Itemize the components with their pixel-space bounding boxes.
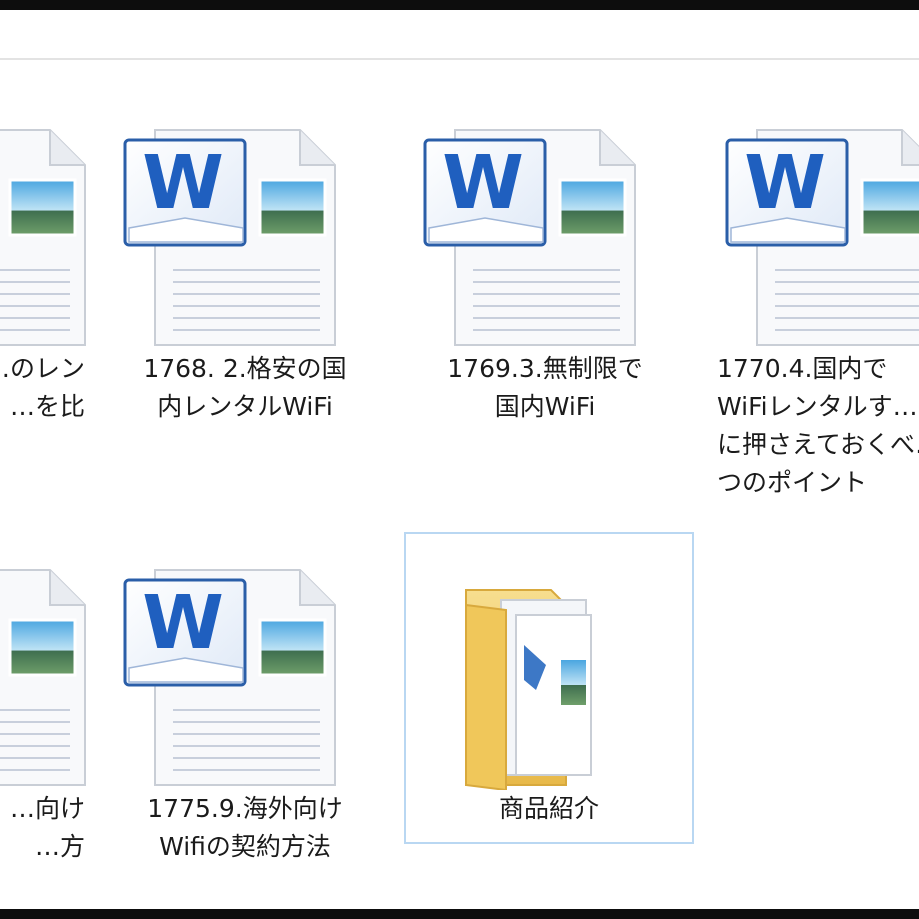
word-document-icon — [423, 128, 637, 347]
file-item-word-document[interactable]: …向け …方 — [0, 550, 100, 866]
file-item-word-document[interactable]: …のレン …を比 — [0, 110, 100, 426]
word-document-icon — [725, 128, 919, 347]
file-name-label: 1768. 2.格安の国 内レンタルWiFi — [143, 354, 347, 421]
word-document-icon — [0, 128, 87, 347]
word-document-icon — [123, 128, 337, 347]
file-item-word-document[interactable]: 1770.4.国内で WiFiレンタルす… に押さえておくべ… つのポイント — [702, 110, 919, 502]
file-name-label: 1770.4.国内で WiFiレンタルす… に押さえておくべ… つのポイント — [717, 354, 919, 497]
folder-item-selected[interactable]: 商品紹介 — [404, 532, 694, 844]
file-explorer-window: …のレン …を比 1768. 2.格安の国 内レンタルWiFi 1769.3.無… — [0, 10, 919, 909]
folder-name-label: 商品紹介 — [498, 794, 599, 823]
file-item-word-document[interactable]: 1768. 2.格安の国 内レンタルWiFi — [100, 110, 390, 426]
address-bar-area[interactable] — [0, 10, 919, 60]
file-name-label: 1775.9.海外向け Wifiの契約方法 — [147, 794, 343, 861]
file-name-label: …のレン …を比 — [0, 354, 85, 421]
word-document-icon — [0, 568, 87, 787]
file-item-word-document[interactable]: 1769.3.無制限で 国内WiFi — [400, 110, 690, 426]
word-document-icon — [123, 568, 337, 787]
file-name-label: 1769.3.無制限で 国内WiFi — [447, 354, 643, 421]
folder-icon — [465, 589, 592, 790]
file-name-label: …向け …方 — [9, 794, 85, 861]
file-item-word-document[interactable]: 1775.9.海外向け Wifiの契約方法 — [100, 550, 390, 866]
